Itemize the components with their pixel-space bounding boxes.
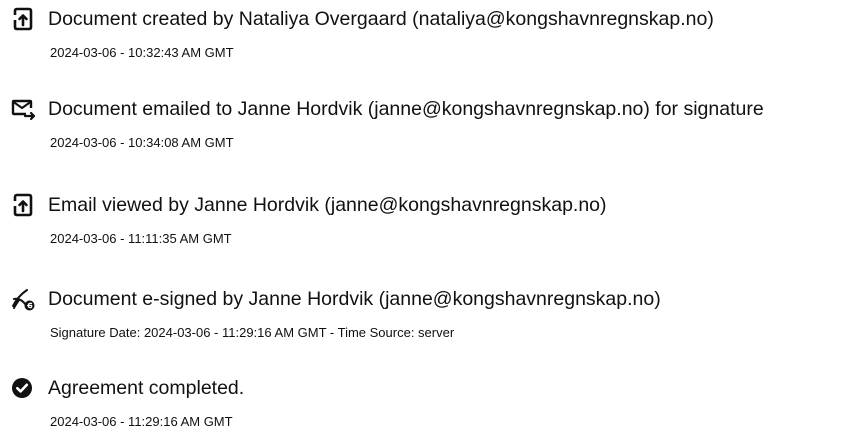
audit-event-emailed: Document emailed to Janne Hordvik (janne… <box>10 96 840 156</box>
event-signature-details: Signature Date: 2024-03-06 - 11:29:16 AM… <box>50 325 455 340</box>
event-timestamp: 2024-03-06 - 10:34:08 AM GMT <box>50 135 234 150</box>
event-title: Email viewed by Janne Hordvik (janne@kon… <box>48 194 607 216</box>
event-title: Document emailed to Janne Hordvik (janne… <box>48 98 764 120</box>
audit-event-completed: Agreement completed. 2024-03-06 - 11:29:… <box>10 375 840 435</box>
document-view-icon <box>10 192 36 218</box>
e-sign-pen-icon <box>10 286 36 312</box>
event-title: Document created by Nataliya Overgaard (… <box>48 8 714 30</box>
event-timestamp: 2024-03-06 - 11:11:35 AM GMT <box>50 231 232 246</box>
audit-event-signed: Document e-signed by Janne Hordvik (jann… <box>10 286 840 346</box>
event-title: Agreement completed. <box>48 377 245 399</box>
event-timestamp: 2024-03-06 - 11:29:16 AM GMT <box>50 414 233 429</box>
check-circle-icon <box>10 375 36 401</box>
audit-event-created: Document created by Nataliya Overgaard (… <box>10 6 840 66</box>
event-title: Document e-signed by Janne Hordvik (jann… <box>48 288 661 310</box>
email-send-icon <box>10 96 36 122</box>
audit-event-viewed: Email viewed by Janne Hordvik (janne@kon… <box>10 192 840 252</box>
document-upload-icon <box>10 6 36 32</box>
event-timestamp: 2024-03-06 - 10:32:43 AM GMT <box>50 45 234 60</box>
